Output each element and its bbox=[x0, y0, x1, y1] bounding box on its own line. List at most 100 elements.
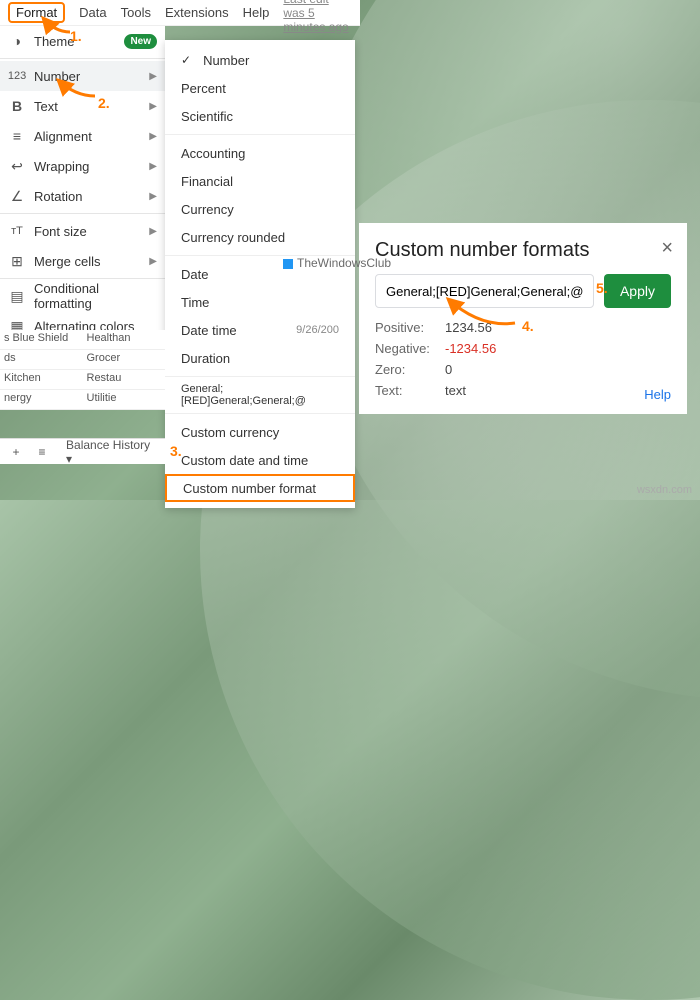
preview-text-value: text bbox=[445, 383, 671, 398]
submenu-custnum-label: Custom number format bbox=[183, 481, 337, 496]
watermark-wsxdn: wsxdn.com bbox=[637, 484, 692, 496]
cell: Utilitie bbox=[83, 390, 166, 409]
preview-negative-value: -1234.56 bbox=[445, 341, 671, 356]
merge-icon: ⊞ bbox=[8, 253, 26, 270]
bold-icon: B bbox=[8, 98, 26, 114]
submenu-curr-label: Currency bbox=[181, 202, 339, 217]
menu-font-size[interactable]: тT Font size ▶ bbox=[0, 216, 165, 246]
preview-text-label: Text: bbox=[375, 383, 445, 398]
menu-bar: Format Data Tools Extensions Help Last e… bbox=[0, 0, 360, 26]
menu-data[interactable]: Data bbox=[79, 5, 106, 20]
font-size-icon: тT bbox=[8, 225, 26, 237]
menu-number[interactable]: 123 Number ▶ bbox=[0, 61, 165, 91]
submenu-percent-label: Percent bbox=[181, 81, 339, 96]
table-row[interactable]: s Blue ShieldHealthan bbox=[0, 330, 165, 350]
menu-text[interactable]: B Text ▶ bbox=[0, 91, 165, 121]
cell: Grocer bbox=[83, 350, 166, 369]
preview-zero-value: 0 bbox=[445, 362, 671, 377]
menu-wrapping-label: Wrapping bbox=[34, 159, 141, 174]
submenu-custom-number-format[interactable]: Custom number format bbox=[165, 474, 355, 502]
menu-conditional-formatting[interactable]: ▤ Conditional formatting bbox=[0, 281, 165, 311]
submenu-currround-label: Currency rounded bbox=[181, 230, 339, 245]
add-sheet-button[interactable]: + bbox=[6, 441, 26, 463]
submenu-custom-currency[interactable]: Custom currency bbox=[165, 418, 355, 446]
submenu-acct-label: Accounting bbox=[181, 146, 339, 161]
menu-alignment-label: Alignment bbox=[34, 129, 141, 144]
chevron-right-icon: ▶ bbox=[149, 161, 157, 172]
submenu-currency[interactable]: Currency bbox=[165, 195, 355, 223]
submenu-percent[interactable]: Percent bbox=[165, 74, 355, 102]
submenu-number[interactable]: Number bbox=[165, 46, 355, 74]
submenu-sci-label: Scientific bbox=[181, 109, 339, 124]
submenu-custdt-label: Custom date and time bbox=[181, 453, 339, 468]
number-icon: 123 bbox=[8, 70, 26, 82]
wrapping-icon: ↩ bbox=[8, 158, 26, 175]
preview-negative-label: Negative: bbox=[375, 341, 445, 356]
menu-extensions[interactable]: Extensions bbox=[165, 5, 229, 20]
menu-alignment[interactable]: ≡ Alignment ▶ bbox=[0, 121, 165, 151]
submenu-general-red[interactable]: General;[RED]General;General;@ bbox=[165, 381, 355, 409]
menu-format[interactable]: Format bbox=[8, 2, 65, 23]
menu-theme[interactable]: ◑ Theme New bbox=[0, 26, 165, 56]
cell: nergy bbox=[0, 390, 83, 409]
submenu-fin-label: Financial bbox=[181, 174, 339, 189]
all-sheets-button[interactable]: ≡ bbox=[32, 441, 52, 463]
submenu-duration-label: Duration bbox=[181, 351, 339, 366]
table-row[interactable]: nergyUtilitie bbox=[0, 390, 165, 410]
menu-merge-cells[interactable]: ⊞ Merge cells ▶ bbox=[0, 246, 165, 276]
menu-rotation-label: Rotation bbox=[34, 189, 141, 204]
chevron-right-icon: ▶ bbox=[149, 256, 157, 267]
submenu-genred-label: General;[RED]General;General;@ bbox=[181, 383, 339, 407]
theme-icon: ◑ bbox=[8, 33, 26, 49]
submenu-date-time[interactable]: Date time 9/26/200 bbox=[165, 316, 355, 344]
format-input[interactable] bbox=[375, 274, 594, 308]
chevron-right-icon: ▶ bbox=[149, 131, 157, 142]
alignment-icon: ≡ bbox=[8, 128, 26, 144]
menu-text-label: Text bbox=[34, 99, 141, 114]
menu-tools[interactable]: Tools bbox=[121, 5, 151, 20]
chevron-right-icon: ▶ bbox=[149, 226, 157, 237]
cell: Healthan bbox=[83, 330, 166, 349]
submenu-accounting[interactable]: Accounting bbox=[165, 139, 355, 167]
format-menu: ◑ Theme New 123 Number ▶ B Text ▶ ≡ Alig… bbox=[0, 26, 165, 376]
submenu-currency-rounded[interactable]: Currency rounded bbox=[165, 223, 355, 251]
spreadsheet-fragment: s Blue ShieldHealthan dsGrocer KitchenRe… bbox=[0, 330, 165, 410]
format-preview: Positive:1234.56 Negative:-1234.56 Zero:… bbox=[375, 320, 671, 398]
menu-rotation[interactable]: ∠ Rotation ▶ bbox=[0, 181, 165, 211]
close-icon[interactable]: × bbox=[661, 237, 673, 260]
submenu-time[interactable]: Time bbox=[165, 288, 355, 316]
last-edit-link[interactable]: Last edit was 5 minutes ago bbox=[283, 0, 352, 34]
submenu-datetime-label: Date time bbox=[181, 323, 290, 338]
rotation-icon: ∠ bbox=[8, 188, 26, 205]
help-link[interactable]: Help bbox=[644, 387, 671, 402]
submenu-scientific[interactable]: Scientific bbox=[165, 102, 355, 130]
preview-zero-label: Zero: bbox=[375, 362, 445, 377]
menu-number-label: Number bbox=[34, 69, 141, 84]
submenu-custom-date-time[interactable]: Custom date and time bbox=[165, 446, 355, 474]
apply-button[interactable]: Apply bbox=[604, 274, 671, 308]
submenu-duration[interactable]: Duration bbox=[165, 344, 355, 372]
preview-positive-value: 1234.56 bbox=[445, 320, 671, 335]
chevron-right-icon: ▶ bbox=[149, 191, 157, 202]
cell: s Blue Shield bbox=[0, 330, 83, 349]
submenu-datetime-value: 9/26/200 bbox=[296, 324, 339, 336]
cell: ds bbox=[0, 350, 83, 369]
menu-cond-label: Conditional formatting bbox=[34, 281, 157, 311]
custom-number-formats-dialog: Custom number formats × Apply Positive:1… bbox=[359, 223, 687, 414]
table-row[interactable]: KitchenRestau bbox=[0, 370, 165, 390]
submenu-custcurr-label: Custom currency bbox=[181, 425, 339, 440]
chevron-right-icon: ▶ bbox=[149, 71, 157, 82]
cell: Restau bbox=[83, 370, 166, 389]
sheet-tabs-bar: + ≡ Balance History ▾ bbox=[0, 438, 165, 464]
menu-theme-label: Theme bbox=[34, 34, 116, 49]
menu-font-size-label: Font size bbox=[34, 224, 141, 239]
table-row[interactable]: dsGrocer bbox=[0, 350, 165, 370]
menu-help[interactable]: Help bbox=[243, 5, 270, 20]
preview-positive-label: Positive: bbox=[375, 320, 445, 335]
sheet-tab[interactable]: Balance History ▾ bbox=[58, 436, 159, 468]
cell: Kitchen bbox=[0, 370, 83, 389]
submenu-financial[interactable]: Financial bbox=[165, 167, 355, 195]
submenu-number-label: Number bbox=[203, 53, 339, 68]
sheet-tab-label: Balance History bbox=[66, 438, 150, 452]
menu-wrapping[interactable]: ↩ Wrapping ▶ bbox=[0, 151, 165, 181]
